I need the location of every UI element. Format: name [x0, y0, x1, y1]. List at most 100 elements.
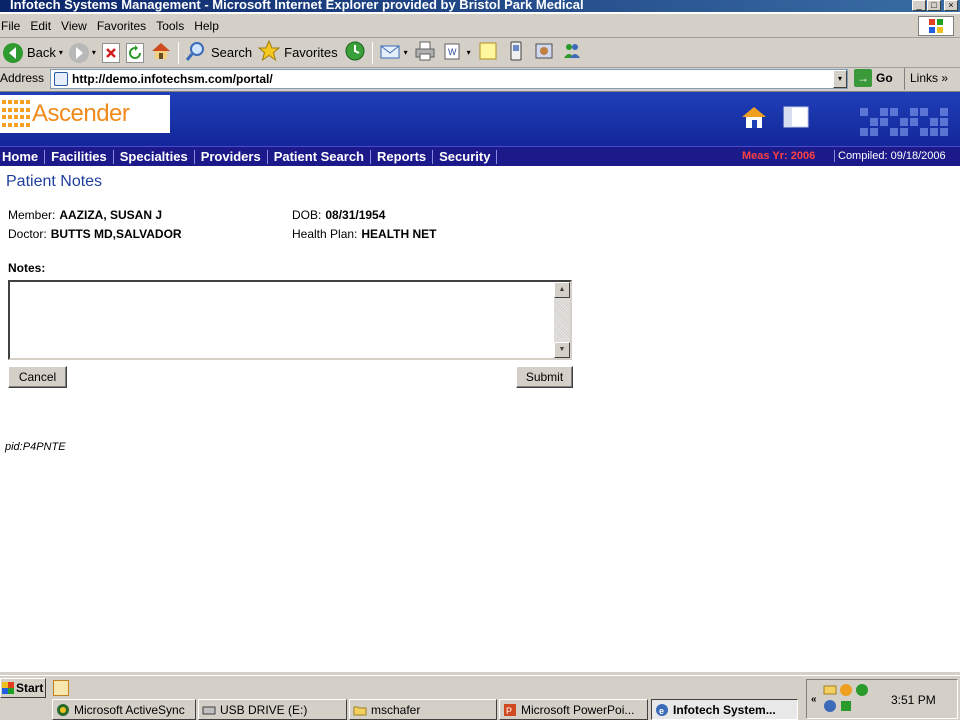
go-button[interactable]: → Go [854, 69, 893, 87]
close-button[interactable]: × [944, 0, 958, 11]
nav-facilities[interactable]: Facilities [45, 149, 114, 164]
task-usb-drive[interactable]: USB DRIVE (E:) [198, 699, 347, 720]
network-tray-icon[interactable] [855, 683, 869, 697]
nav-patient-search[interactable]: Patient Search [268, 149, 372, 164]
device-button[interactable] [502, 40, 530, 66]
toolbar-separator [371, 41, 373, 64]
refresh-icon [125, 42, 144, 63]
history-icon [344, 40, 366, 65]
maximize-button[interactable]: □ [927, 0, 941, 11]
notes-textarea[interactable] [10, 282, 556, 358]
window-title-bar[interactable]: Infotech Systems Management - Microsoft … [0, 0, 960, 12]
edit-dropdown-icon[interactable]: ▾ [467, 48, 471, 57]
address-dropdown-icon[interactable]: ▾ [833, 70, 847, 88]
refresh-button[interactable] [123, 40, 147, 66]
doctor-label: Doctor: [8, 227, 47, 241]
messenger-button[interactable] [558, 40, 586, 66]
task-mschafer[interactable]: mschafer [349, 699, 497, 720]
ascender-logo[interactable]: Ascender [0, 95, 170, 133]
search-label: Search [210, 45, 253, 60]
doctor-field: Doctor: BUTTS MD,SALVADOR [8, 227, 182, 241]
task-activesync[interactable]: Microsoft ActiveSync [52, 699, 196, 720]
member-field: Member: AAZIZA, SUSAN J [8, 208, 162, 222]
mail-dropdown-icon[interactable]: ▾ [404, 48, 408, 57]
nav-reports[interactable]: Reports [371, 149, 434, 164]
member-label: Member: [8, 208, 56, 222]
menu-file[interactable]: File [0, 19, 28, 33]
nav-security[interactable]: Security [433, 149, 498, 164]
clock[interactable]: 3:51 PM [891, 693, 936, 707]
menu-edit[interactable]: Edit [28, 19, 59, 33]
forward-arrow-icon [68, 42, 89, 63]
notes-scrollbar[interactable]: ▲ ▼ [554, 282, 570, 358]
scroll-up-icon[interactable]: ▲ [554, 282, 570, 298]
menu-view[interactable]: View [59, 19, 95, 33]
nav-providers[interactable]: Providers [195, 149, 268, 164]
minimize-button[interactable]: _ [912, 0, 926, 11]
browser-toolbar: Back ▾ ▾ Search Favorites ▾ W ▾ [0, 38, 960, 68]
page-id: pid:P4PNTE [5, 441, 66, 453]
task-label: mschafer [371, 702, 421, 717]
edit-icon: W [442, 40, 464, 65]
history-button[interactable] [341, 40, 369, 66]
logo-grid-icon [2, 100, 30, 128]
address-input[interactable]: http://demo.infotechsm.com/portal/ [50, 69, 848, 89]
menu-help[interactable]: Help [192, 19, 227, 33]
forward-dropdown-icon[interactable]: ▾ [92, 48, 96, 57]
mail-icon [379, 40, 401, 65]
menu-favorites[interactable]: Favorites [95, 19, 154, 33]
mail-tray-icon[interactable] [823, 683, 837, 697]
menu-tools[interactable]: Tools [154, 19, 192, 33]
health-plan-label: Health Plan: [292, 227, 358, 241]
health-plan-field: Health Plan: HEALTH NET [292, 227, 436, 241]
back-button[interactable]: Back ▾ [0, 40, 66, 66]
doctor-value: BUTTS MD,SALVADOR [50, 227, 182, 241]
edit-button[interactable]: W ▾ [439, 40, 474, 66]
favorites-button[interactable]: Favorites [255, 39, 340, 66]
stop-button[interactable] [99, 40, 123, 66]
sync-tray-icon[interactable] [839, 683, 853, 697]
cancel-button[interactable]: Cancel [8, 366, 67, 388]
audio-tray-icon[interactable] [823, 699, 837, 713]
app-header: Ascender [0, 92, 960, 146]
svg-text:P: P [506, 706, 512, 716]
task-infotech[interactable]: e Infotech System... [651, 699, 798, 720]
address-bar: Address http://demo.infotechsm.com/porta… [0, 68, 960, 92]
messenger-icon [561, 40, 583, 65]
start-button[interactable]: Start [0, 678, 46, 698]
window-icon[interactable] [782, 104, 810, 130]
task-powerpoint[interactable]: P Microsoft PowerPoi... [499, 699, 648, 720]
logo-text: Ascender [32, 100, 130, 127]
print-icon [414, 40, 436, 65]
forward-button[interactable]: ▾ [66, 40, 99, 66]
scroll-down-icon[interactable]: ▼ [554, 342, 570, 358]
windows-start-icon [2, 682, 14, 694]
compiled-date: Compiled: 09/18/2006 [834, 150, 946, 162]
volume-tray-icon[interactable] [839, 699, 853, 713]
research-button[interactable] [530, 40, 558, 66]
print-button[interactable] [411, 40, 439, 66]
notes-field[interactable]: ▲ ▼ [8, 280, 572, 360]
back-dropdown-icon[interactable]: ▾ [59, 48, 63, 57]
quick-launch-icon[interactable] [53, 680, 69, 696]
mail-button[interactable]: ▾ [376, 40, 411, 66]
nav-specialties[interactable]: Specialties [114, 149, 195, 164]
app-nav-bar: Home Facilities Specialties Providers Pa… [0, 146, 960, 166]
tray-expand-icon[interactable]: « [811, 694, 817, 705]
search-button[interactable]: Search [182, 40, 255, 66]
favorites-star-icon [257, 39, 281, 65]
discuss-icon [477, 40, 499, 65]
address-url[interactable]: http://demo.infotechsm.com/portal/ [72, 72, 273, 86]
nav-home[interactable]: Home [0, 149, 46, 164]
research-icon [533, 40, 555, 65]
home-icon [150, 40, 172, 65]
discuss-button[interactable] [474, 40, 502, 66]
home-button[interactable] [147, 40, 175, 66]
links-chevron-icon: » [941, 71, 949, 85]
submit-button[interactable]: Submit [516, 366, 573, 388]
links-button[interactable]: Links » [904, 68, 948, 90]
powerpoint-icon: P [503, 703, 517, 717]
windows-logo-icon [918, 16, 954, 36]
house-icon[interactable] [740, 104, 768, 130]
go-arrow-icon: → [854, 69, 872, 87]
